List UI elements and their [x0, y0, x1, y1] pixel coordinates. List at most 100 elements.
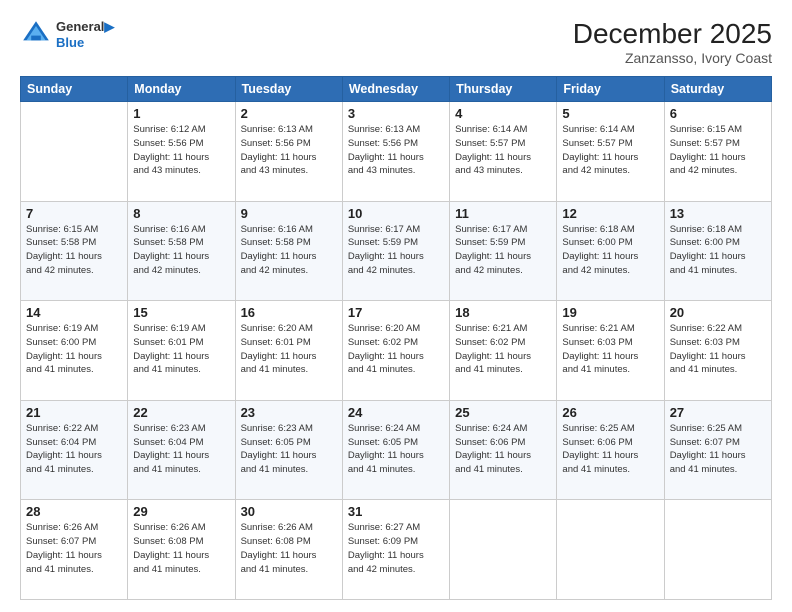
- col-tuesday: Tuesday: [235, 77, 342, 102]
- col-wednesday: Wednesday: [342, 77, 449, 102]
- calendar-cell: 15 Sunrise: 6:19 AM Sunset: 6:01 PM Dayli…: [128, 301, 235, 401]
- calendar-cell: 28Sunrise: 6:26 AM Sunset: 6:07 PM Dayli…: [21, 500, 128, 600]
- main-title: December 2025: [573, 18, 772, 50]
- col-sunday: Sunday: [21, 77, 128, 102]
- day-info: Sunrise: 6:14 AM Sunset: 5:57 PM Dayligh…: [455, 123, 551, 178]
- day-number: 6: [670, 106, 766, 121]
- day-info: Sunrise: 6:25 AM Sunset: 6:06 PM Dayligh…: [562, 422, 658, 477]
- calendar-cell: 11Sunrise: 6:17 AM Sunset: 5:59 PM Dayli…: [450, 201, 557, 301]
- logo: General▶ Blue: [20, 18, 114, 50]
- day-number: 13: [670, 206, 766, 221]
- calendar-cell: 6 Sunrise: 6:15 AM Sunset: 5:57 PM Daylig…: [664, 102, 771, 202]
- day-info: Sunrise: 6:18 AM Sunset: 6:00 PM Dayligh…: [670, 223, 766, 278]
- day-info: Sunrise: 6:20 AM Sunset: 6:02 PM Dayligh…: [348, 322, 444, 377]
- calendar-cell: 17 Sunrise: 6:20 AM Sunset: 6:02 PM Dayli…: [342, 301, 449, 401]
- day-info: Sunrise: 6:17 AM Sunset: 5:59 PM Dayligh…: [455, 223, 551, 278]
- calendar-cell: 30 Sunrise: 6:26 AM Sunset: 6:08 PM Dayli…: [235, 500, 342, 600]
- day-number: 30: [241, 504, 337, 519]
- day-info: Sunrise: 6:21 AM Sunset: 6:03 PM Dayligh…: [562, 322, 658, 377]
- day-info: Sunrise: 6:15 AM Sunset: 5:58 PM Dayligh…: [26, 223, 122, 278]
- day-info: Sunrise: 6:22 AM Sunset: 6:03 PM Dayligh…: [670, 322, 766, 377]
- day-number: 7: [26, 206, 122, 221]
- calendar-cell: 31 Sunrise: 6:27 AM Sunset: 6:09 PM Dayli…: [342, 500, 449, 600]
- calendar-cell: [557, 500, 664, 600]
- calendar-cell: 27 Sunrise: 6:25 AM Sunset: 6:07 PM Dayli…: [664, 400, 771, 500]
- calendar-cell: 24 Sunrise: 6:24 AM Sunset: 6:05 PM Dayli…: [342, 400, 449, 500]
- calendar-week-1: 1Sunrise: 6:12 AM Sunset: 5:56 PM Daylig…: [21, 102, 772, 202]
- calendar-cell: 7 Sunrise: 6:15 AM Sunset: 5:58 PM Daylig…: [21, 201, 128, 301]
- calendar-cell: [450, 500, 557, 600]
- day-info: Sunrise: 6:12 AM Sunset: 5:56 PM Dayligh…: [133, 123, 229, 178]
- calendar-cell: 18 Sunrise: 6:21 AM Sunset: 6:02 PM Dayli…: [450, 301, 557, 401]
- day-number: 24: [348, 405, 444, 420]
- day-info: Sunrise: 6:19 AM Sunset: 6:00 PM Dayligh…: [26, 322, 122, 377]
- calendar-week-4: 21 Sunrise: 6:22 AM Sunset: 6:04 PM Dayli…: [21, 400, 772, 500]
- day-number: 31: [348, 504, 444, 519]
- calendar-week-5: 28Sunrise: 6:26 AM Sunset: 6:07 PM Dayli…: [21, 500, 772, 600]
- day-number: 21: [26, 405, 122, 420]
- day-number: 8: [133, 206, 229, 221]
- calendar-cell: 13 Sunrise: 6:18 AM Sunset: 6:00 PM Dayli…: [664, 201, 771, 301]
- day-info: Sunrise: 6:23 AM Sunset: 6:05 PM Dayligh…: [241, 422, 337, 477]
- calendar-cell: 25Sunrise: 6:24 AM Sunset: 6:06 PM Dayli…: [450, 400, 557, 500]
- day-info: Sunrise: 6:17 AM Sunset: 5:59 PM Dayligh…: [348, 223, 444, 278]
- day-info: Sunrise: 6:13 AM Sunset: 5:56 PM Dayligh…: [241, 123, 337, 178]
- day-info: Sunrise: 6:27 AM Sunset: 6:09 PM Dayligh…: [348, 521, 444, 576]
- calendar-cell: 2 Sunrise: 6:13 AM Sunset: 5:56 PM Daylig…: [235, 102, 342, 202]
- day-number: 4: [455, 106, 551, 121]
- calendar-cell: 1Sunrise: 6:12 AM Sunset: 5:56 PM Daylig…: [128, 102, 235, 202]
- day-number: 14: [26, 305, 122, 320]
- calendar-cell: 4 Sunrise: 6:14 AM Sunset: 5:57 PM Daylig…: [450, 102, 557, 202]
- day-number: 12: [562, 206, 658, 221]
- calendar-cell: 8 Sunrise: 6:16 AM Sunset: 5:58 PM Daylig…: [128, 201, 235, 301]
- calendar-cell: 16Sunrise: 6:20 AM Sunset: 6:01 PM Dayli…: [235, 301, 342, 401]
- calendar-week-2: 7 Sunrise: 6:15 AM Sunset: 5:58 PM Daylig…: [21, 201, 772, 301]
- header: General▶ Blue December 2025 Zanzansso, I…: [20, 18, 772, 66]
- day-info: Sunrise: 6:26 AM Sunset: 6:08 PM Dayligh…: [241, 521, 337, 576]
- title-block: December 2025 Zanzansso, Ivory Coast: [573, 18, 772, 66]
- day-number: 18: [455, 305, 551, 320]
- calendar-cell: 3 Sunrise: 6:13 AM Sunset: 5:56 PM Daylig…: [342, 102, 449, 202]
- calendar-cell: 29 Sunrise: 6:26 AM Sunset: 6:08 PM Dayli…: [128, 500, 235, 600]
- day-info: Sunrise: 6:16 AM Sunset: 5:58 PM Dayligh…: [133, 223, 229, 278]
- day-number: 10: [348, 206, 444, 221]
- day-number: 17: [348, 305, 444, 320]
- col-friday: Friday: [557, 77, 664, 102]
- day-info: Sunrise: 6:25 AM Sunset: 6:07 PM Dayligh…: [670, 422, 766, 477]
- day-info: Sunrise: 6:19 AM Sunset: 6:01 PM Dayligh…: [133, 322, 229, 377]
- logo-icon: [20, 18, 52, 50]
- day-info: Sunrise: 6:16 AM Sunset: 5:58 PM Dayligh…: [241, 223, 337, 278]
- day-number: 2: [241, 106, 337, 121]
- calendar-cell: [664, 500, 771, 600]
- day-number: 9: [241, 206, 337, 221]
- day-info: Sunrise: 6:24 AM Sunset: 6:05 PM Dayligh…: [348, 422, 444, 477]
- day-info: Sunrise: 6:26 AM Sunset: 6:08 PM Dayligh…: [133, 521, 229, 576]
- day-info: Sunrise: 6:13 AM Sunset: 5:56 PM Dayligh…: [348, 123, 444, 178]
- day-number: 3: [348, 106, 444, 121]
- day-info: Sunrise: 6:14 AM Sunset: 5:57 PM Dayligh…: [562, 123, 658, 178]
- calendar-cell: 10 Sunrise: 6:17 AM Sunset: 5:59 PM Dayli…: [342, 201, 449, 301]
- day-number: 27: [670, 405, 766, 420]
- day-info: Sunrise: 6:18 AM Sunset: 6:00 PM Dayligh…: [562, 223, 658, 278]
- day-info: Sunrise: 6:24 AM Sunset: 6:06 PM Dayligh…: [455, 422, 551, 477]
- day-number: 15: [133, 305, 229, 320]
- col-saturday: Saturday: [664, 77, 771, 102]
- day-number: 22: [133, 405, 229, 420]
- day-number: 26: [562, 405, 658, 420]
- calendar-table: Sunday Monday Tuesday Wednesday Thursday…: [20, 76, 772, 600]
- calendar-cell: 12 Sunrise: 6:18 AM Sunset: 6:00 PM Dayli…: [557, 201, 664, 301]
- day-info: Sunrise: 6:22 AM Sunset: 6:04 PM Dayligh…: [26, 422, 122, 477]
- page: General▶ Blue December 2025 Zanzansso, I…: [0, 0, 792, 612]
- logo-text: General▶ Blue: [56, 19, 114, 50]
- calendar-cell: 21 Sunrise: 6:22 AM Sunset: 6:04 PM Dayli…: [21, 400, 128, 500]
- subtitle: Zanzansso, Ivory Coast: [573, 50, 772, 66]
- day-number: 29: [133, 504, 229, 519]
- day-number: 28: [26, 504, 122, 519]
- day-number: 5: [562, 106, 658, 121]
- day-info: Sunrise: 6:21 AM Sunset: 6:02 PM Dayligh…: [455, 322, 551, 377]
- calendar-cell: 14 Sunrise: 6:19 AM Sunset: 6:00 PM Dayli…: [21, 301, 128, 401]
- calendar-cell: 22Sunrise: 6:23 AM Sunset: 6:04 PM Dayli…: [128, 400, 235, 500]
- calendar-header-row: Sunday Monday Tuesday Wednesday Thursday…: [21, 77, 772, 102]
- calendar-cell: [21, 102, 128, 202]
- day-info: Sunrise: 6:15 AM Sunset: 5:57 PM Dayligh…: [670, 123, 766, 178]
